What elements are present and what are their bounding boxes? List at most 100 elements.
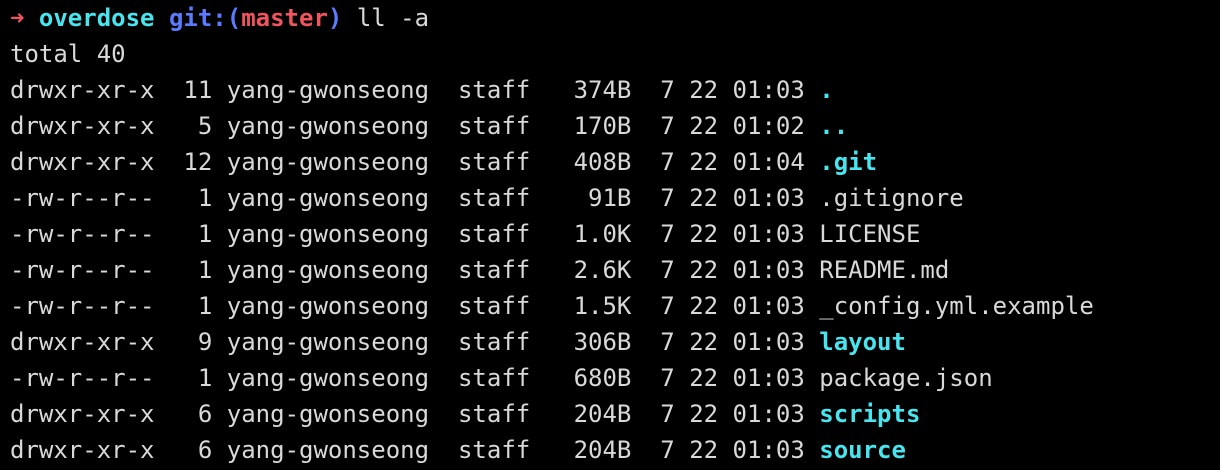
link-count: 12 [183, 148, 213, 176]
month: 7 [660, 436, 675, 464]
month: 7 [660, 328, 675, 356]
group: staff [457, 112, 531, 140]
day: 22 [689, 436, 719, 464]
owner: yang-gwonseong [226, 76, 430, 104]
owner: yang-gwonseong [226, 112, 430, 140]
permissions: drwxr-xr-x [10, 328, 155, 356]
directory-listing: drwxr-xr-x 11 yang-gwonseong staff 374B … [10, 72, 1220, 468]
prompt-branch: master [241, 4, 328, 32]
listing-row: -rw-r--r-- 1 yang-gwonseong staff 91B 7 … [10, 180, 1220, 216]
listing-row: -rw-r--r-- 1 yang-gwonseong staff 2.6K 7… [10, 252, 1220, 288]
month: 7 [660, 256, 675, 284]
owner: yang-gwonseong [226, 328, 430, 356]
directory-name: .. [819, 112, 849, 140]
listing-row: drwxr-xr-x 6 yang-gwonseong staff 204B 7… [10, 396, 1220, 432]
group: staff [457, 364, 531, 392]
owner: yang-gwonseong [226, 364, 430, 392]
day: 22 [689, 256, 719, 284]
prompt-git-label: git: [168, 4, 227, 32]
day: 22 [689, 220, 719, 248]
link-count: 6 [197, 400, 213, 428]
directory-name: . [819, 76, 834, 104]
file-name: README.md [819, 256, 950, 284]
month: 7 [660, 112, 675, 140]
link-count: 1 [197, 256, 213, 284]
owner: yang-gwonseong [226, 184, 430, 212]
link-count: 11 [183, 76, 213, 104]
permissions: -rw-r--r-- [10, 184, 155, 212]
month: 7 [660, 184, 675, 212]
time: 01:03 [732, 436, 805, 464]
listing-row: drwxr-xr-x 6 yang-gwonseong staff 204B 7… [10, 432, 1220, 468]
prompt-directory: overdose [38, 4, 155, 32]
prompt-arrow-icon: ➜ [10, 4, 25, 32]
listing-row: drwxr-xr-x 11 yang-gwonseong staff 374B … [10, 72, 1220, 108]
month: 7 [660, 148, 675, 176]
file-name: LICENSE [819, 220, 921, 248]
permissions: drwxr-xr-x [10, 148, 155, 176]
listing-row: -rw-r--r-- 1 yang-gwonseong staff 1.5K 7… [10, 288, 1220, 324]
terminal-window[interactable]: ➜ overdose git:(master) ll -a total 40 d… [0, 0, 1220, 470]
group: staff [457, 400, 531, 428]
file-size: 170B [573, 112, 632, 140]
file-size: 204B [573, 436, 632, 464]
link-count: 6 [197, 436, 213, 464]
group: staff [457, 256, 531, 284]
total-line: total 40 [10, 40, 126, 68]
permissions: -rw-r--r-- [10, 256, 155, 284]
day: 22 [689, 184, 719, 212]
permissions: -rw-r--r-- [10, 220, 155, 248]
link-count: 1 [197, 184, 213, 212]
file-size: 408B [573, 148, 632, 176]
link-count: 1 [197, 364, 213, 392]
directory-name: layout [819, 328, 906, 356]
file-size: 680B [573, 364, 632, 392]
time: 01:03 [732, 256, 805, 284]
prompt-line: ➜ overdose git:(master) ll -a [10, 0, 1220, 36]
file-size: 91B [588, 184, 632, 212]
link-count: 5 [197, 112, 213, 140]
day: 22 [689, 400, 719, 428]
listing-row: -rw-r--r-- 1 yang-gwonseong staff 680B 7… [10, 360, 1220, 396]
group: staff [457, 328, 531, 356]
time: 01:03 [732, 292, 805, 320]
permissions: drwxr-xr-x [10, 76, 155, 104]
group: staff [457, 220, 531, 248]
link-count: 1 [197, 292, 213, 320]
file-size: 1.5K [573, 292, 632, 320]
file-name: _config.yml.example [819, 292, 1094, 320]
time: 01:03 [732, 76, 805, 104]
group: staff [457, 184, 531, 212]
permissions: -rw-r--r-- [10, 364, 155, 392]
file-size: 2.6K [573, 256, 632, 284]
owner: yang-gwonseong [226, 400, 430, 428]
owner: yang-gwonseong [226, 220, 430, 248]
directory-name: source [819, 436, 906, 464]
time: 01:03 [732, 328, 805, 356]
time: 01:02 [732, 112, 805, 140]
month: 7 [660, 364, 675, 392]
day: 22 [689, 148, 719, 176]
link-count: 9 [197, 328, 213, 356]
file-name: .gitignore [819, 184, 964, 212]
group: staff [457, 76, 531, 104]
month: 7 [660, 292, 675, 320]
day: 22 [689, 328, 719, 356]
directory-name: scripts [819, 400, 921, 428]
file-size: 1.0K [573, 220, 632, 248]
time: 01:03 [732, 220, 805, 248]
group: staff [457, 292, 531, 320]
owner: yang-gwonseong [226, 256, 430, 284]
listing-row: -rw-r--r-- 1 yang-gwonseong staff 1.0K 7… [10, 216, 1220, 252]
time: 01:03 [732, 400, 805, 428]
time: 01:04 [732, 148, 805, 176]
file-size: 204B [573, 400, 632, 428]
listing-row: drwxr-xr-x 12 yang-gwonseong staff 408B … [10, 144, 1220, 180]
directory-name: .git [819, 148, 878, 176]
time: 01:03 [732, 184, 805, 212]
file-name: package.json [819, 364, 993, 392]
month: 7 [660, 76, 675, 104]
permissions: -rw-r--r-- [10, 292, 155, 320]
permissions: drwxr-xr-x [10, 400, 155, 428]
month: 7 [660, 220, 675, 248]
